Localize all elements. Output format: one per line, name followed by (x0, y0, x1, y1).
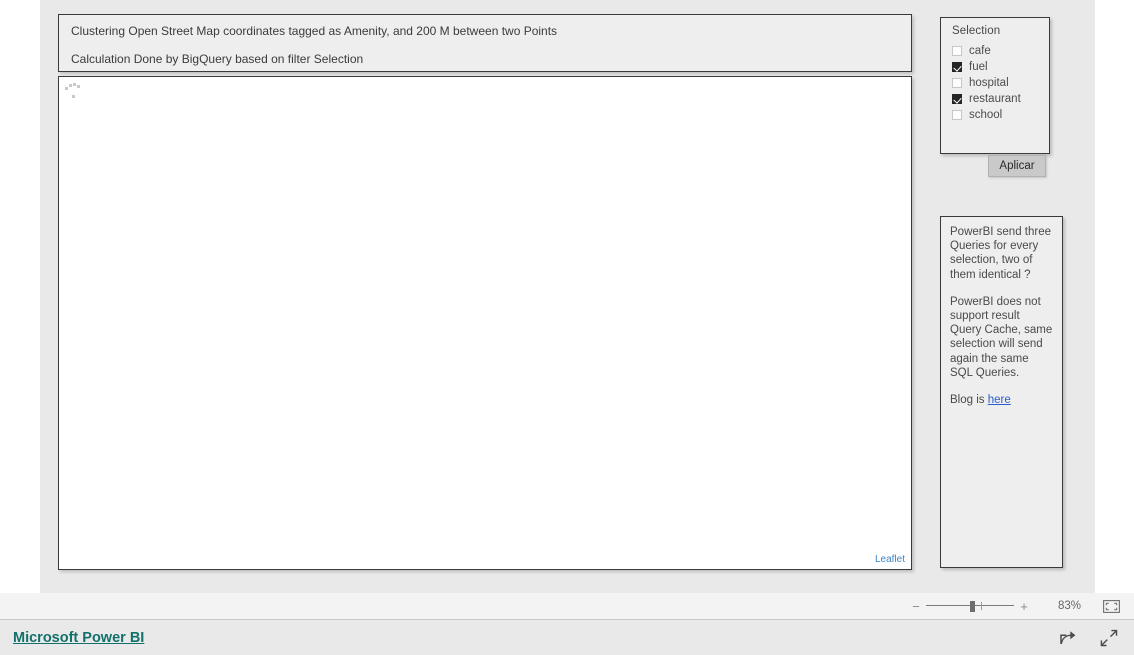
zoom-percent-label: 83% (1057, 600, 1081, 612)
fit-to-page-icon[interactable] (1103, 599, 1120, 613)
text-visual-line-2: Calculation Done by BigQuery based on fi… (71, 52, 364, 66)
footer-actions (1059, 629, 1118, 647)
slicer-label-restaurant: restaurant (969, 93, 1021, 105)
zoom-slider-thumb[interactable] (970, 601, 975, 612)
map-zoom-controls[interactable] (63, 81, 93, 106)
share-icon[interactable] (1059, 629, 1078, 646)
report-canvas: Clustering Open Street Map coordinates t… (40, 0, 1095, 593)
zoom-out-button[interactable]: − (909, 600, 923, 613)
map-control-speck (65, 87, 68, 90)
checkbox-restaurant-icon[interactable] (952, 94, 962, 104)
slicer-title: Selection (952, 25, 1001, 37)
checkbox-school-icon[interactable] (952, 110, 962, 120)
slicer-item-restaurant[interactable]: restaurant (952, 91, 1041, 107)
selection-slicer[interactable]: Selection cafe fuel hospital restaurant … (940, 17, 1050, 154)
map-control-speck (73, 83, 76, 86)
text-visual-line-1: Clustering Open Street Map coordinates t… (71, 24, 558, 38)
map-control-speck (69, 84, 72, 87)
notes-visual: PowerBI send three Queries for every sel… (940, 216, 1063, 568)
slicer-label-hospital: hospital (969, 77, 1009, 89)
zoom-slider[interactable] (926, 600, 1014, 612)
zoom-slider-tick (981, 602, 982, 610)
slicer-label-cafe: cafe (969, 45, 991, 57)
fullscreen-icon[interactable] (1100, 629, 1118, 647)
blog-link[interactable]: here (988, 394, 1011, 406)
notes-blog-prefix: Blog is (950, 394, 988, 407)
checkbox-cafe-icon[interactable] (952, 46, 962, 56)
status-bar: − + 83% (0, 593, 1134, 620)
notes-blog-line: Blog is here (950, 393, 1053, 407)
slicer-label-fuel: fuel (969, 61, 988, 73)
zoom-in-button[interactable]: + (1017, 600, 1031, 613)
notes-paragraph-1: PowerBI send three Queries for every sel… (950, 226, 1052, 281)
notes-paragraph-2: PowerBI does not support result Query Ca… (950, 295, 1053, 379)
map-control-speck (72, 95, 75, 98)
map-visual[interactable]: Leaflet (58, 76, 912, 570)
slicer-item-school[interactable]: school (952, 107, 1041, 123)
slicer-item-cafe[interactable]: cafe (952, 43, 1041, 59)
map-control-speck (77, 85, 80, 88)
slicer-item-hospital[interactable]: hospital (952, 75, 1041, 91)
powerbi-brand-link[interactable]: Microsoft Power BI (13, 630, 144, 646)
checkbox-hospital-icon[interactable] (952, 78, 962, 88)
zoom-control[interactable]: − + (909, 600, 1031, 613)
checkbox-fuel-icon[interactable] (952, 62, 962, 72)
slicer-item-fuel[interactable]: fuel (952, 59, 1041, 75)
footer-bar: Microsoft Power BI (0, 620, 1134, 655)
apply-button[interactable]: Aplicar (988, 155, 1046, 177)
text-visual: Clustering Open Street Map coordinates t… (58, 14, 912, 72)
slicer-label-school: school (969, 109, 1003, 121)
leaflet-attribution-link[interactable]: Leaflet (875, 554, 905, 565)
